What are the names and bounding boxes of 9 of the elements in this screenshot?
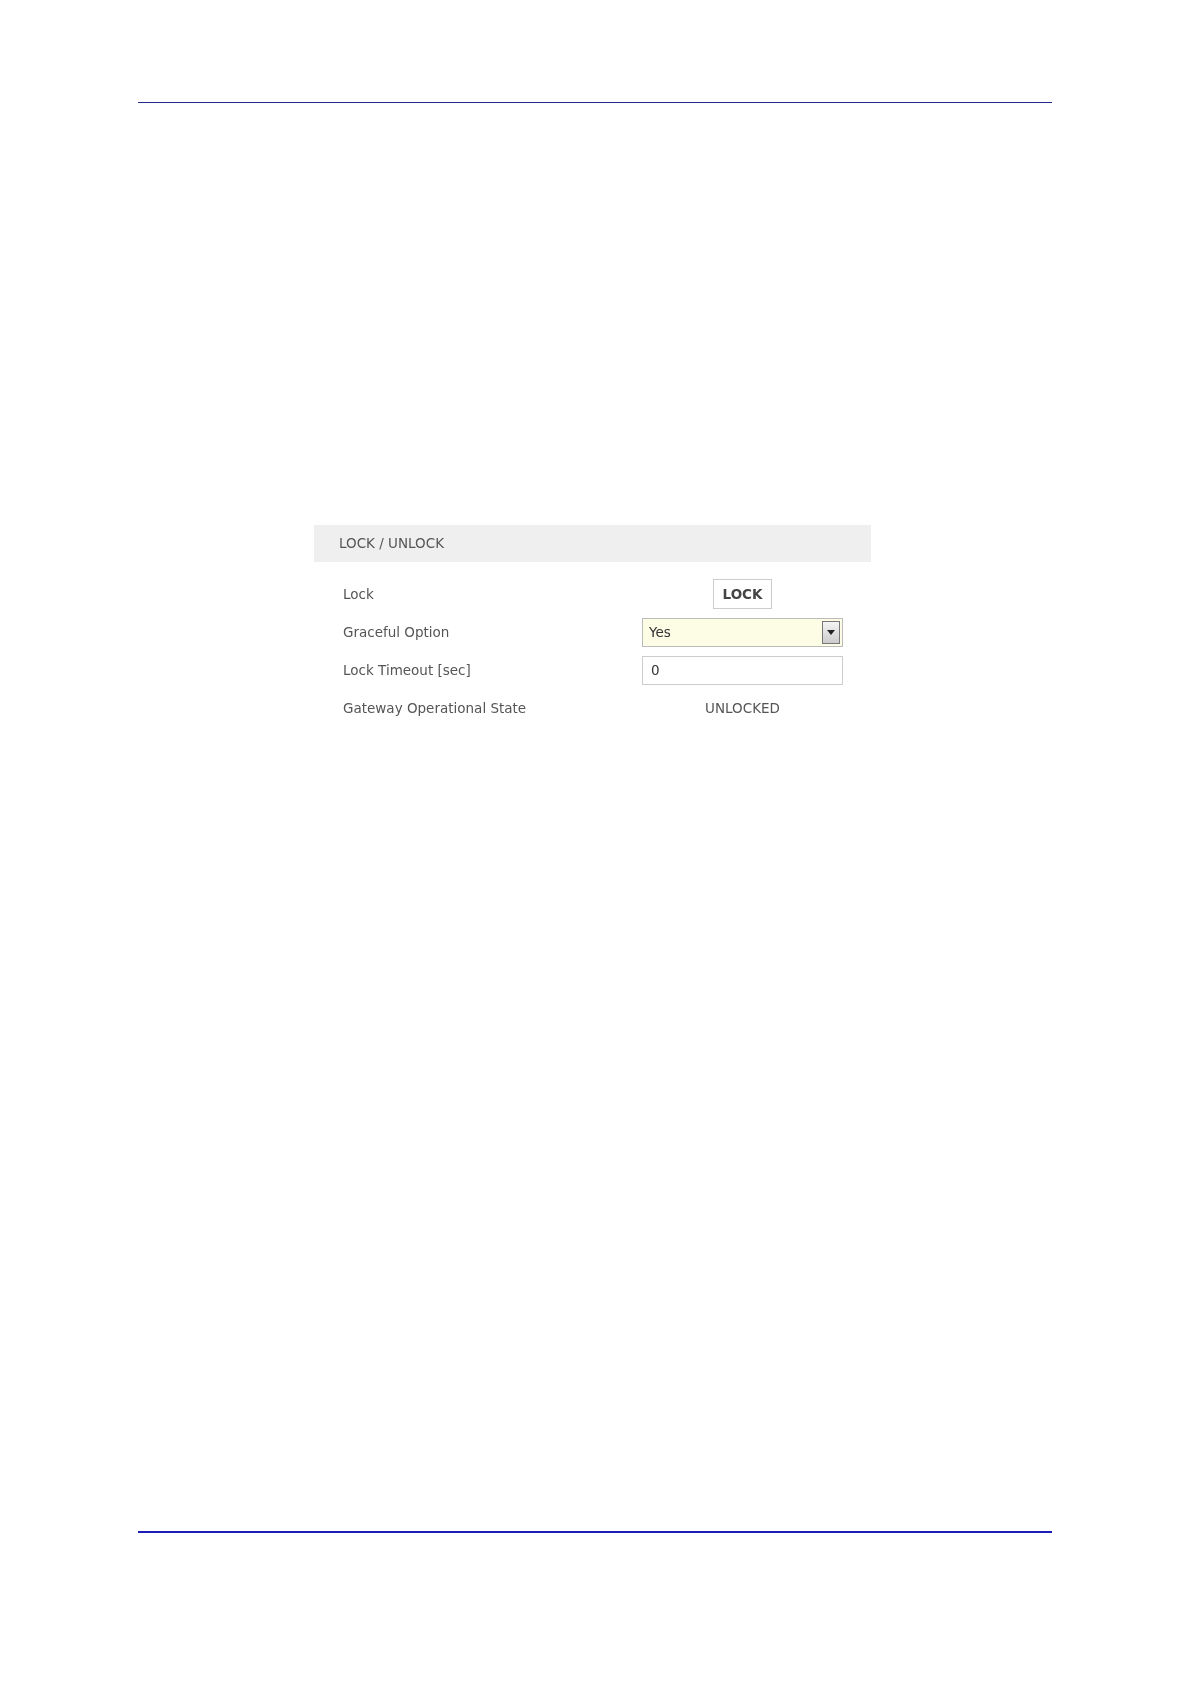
- field-label: Lock Timeout [sec]: [343, 662, 472, 678]
- field-label: Gateway Operational State: [343, 700, 528, 716]
- panel-header: LOCK / UNLOCK: [314, 525, 871, 562]
- input-field[interactable]: 0: [642, 655, 843, 685]
- field-label: Graceful Option: [343, 624, 451, 640]
- status-value: UNLOCKED: [705, 700, 780, 716]
- field-label: Lock: [343, 586, 375, 602]
- dropdown-field[interactable]: Yes: [642, 617, 843, 647]
- lock-button[interactable]: LOCK: [712, 579, 773, 609]
